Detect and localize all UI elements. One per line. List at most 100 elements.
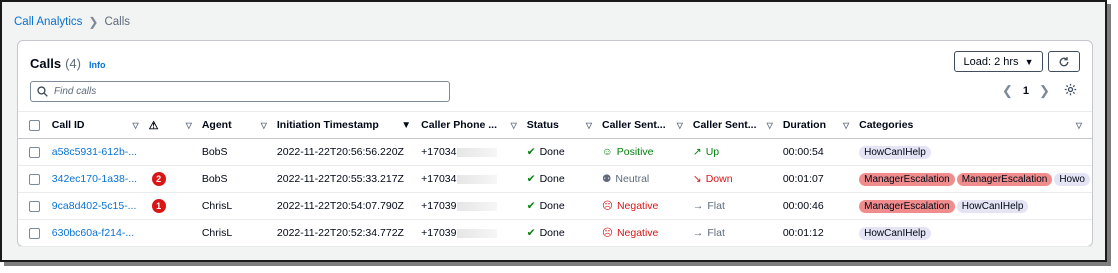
alert-cell [148,219,202,247]
pagination: ❮ 1 ❯ [1002,83,1050,99]
sort-icon: ▽ [260,120,267,130]
current-page[interactable]: 1 [1023,85,1029,97]
gear-icon [1064,83,1077,96]
table-row[interactable]: 630bc60a-f214-... ChrisL 2022-11-22T20:5… [18,219,1092,247]
refresh-icon [1059,56,1069,66]
refresh-button[interactable] [1048,51,1080,72]
status-done: ✔︎ Done [526,227,565,239]
calls-count: (4) [65,56,81,71]
timestamp-cell: 2022-11-22T20:54:07.790Z [276,192,422,220]
row-checkbox[interactable] [29,173,40,185]
load-label: Load: 2 hrs [963,55,1019,68]
sort-icon: ▽ [842,120,850,130]
table-row[interactable]: a58c5931-612b-... BobS 2022-11-22T20:56:… [18,138,1092,166]
duration-cell: 00:00:54 [782,138,860,166]
table-settings-button[interactable] [1064,83,1077,101]
sort-icon: ▽ [132,120,139,130]
column-agent[interactable]: Agent ▽ [201,111,277,139]
phone-cell: +17034 [421,173,457,185]
column-status[interactable]: Status ▽ [526,111,602,139]
breadcrumb: Call Analytics ❯ Calls [14,15,130,29]
column-caller-phone[interactable]: Caller Phone ... ▽ [421,111,527,139]
load-dropdown-button[interactable]: Load: 2 hrs ▼ [954,51,1043,72]
frown-icon: ☹ [602,227,613,239]
row-checkbox[interactable] [29,227,40,239]
column-initiation-timestamp[interactable]: Initiation Timestamp ▼ [276,111,422,139]
category-tag: HowCanIHelp [859,145,931,159]
timestamp-cell: 2022-11-22T20:55:33.217Z [276,165,422,193]
sort-icon: ▽ [766,120,773,130]
timestamp-cell: 2022-11-22T20:56:56.220Z [276,138,422,166]
call-id-link[interactable]: 630bc60a-f214-... [52,227,134,239]
table-row[interactable]: 342ec170-1a38-... 2 BobS 2022-11-22T20:5… [18,165,1092,193]
category-tag: Howo [1054,172,1090,186]
trend-flat-icon: → [692,227,704,239]
call-id-link[interactable]: 9ca8d402-5c15-... [52,200,137,212]
redacted-phone [457,147,498,157]
calls-table: Call ID ▽ ⚠ ▽ Agent ▽ Initiation Timestamp ▼… [18,111,1092,247]
redacted-phone [457,228,498,238]
neutral-face-icon: ⚉ [602,173,612,185]
column-caller-sentiment-trend[interactable]: Caller Sent... ▽ [692,111,783,139]
sort-icon: ▽ [585,120,592,130]
caret-down-icon: ▼ [1024,56,1034,67]
check-circle-icon: ✔︎ [526,200,536,212]
breadcrumb-call-analytics[interactable]: Call Analytics [14,16,82,28]
smile-icon: ☺ [602,146,613,158]
row-checkbox[interactable] [29,146,40,158]
table-header-row: Call ID ▽ ⚠ ▽ Agent ▽ Initiation Timestamp ▼… [18,111,1092,139]
row-checkbox[interactable] [29,200,40,212]
search-input[interactable] [54,86,434,97]
sentiment-negative: ☹ Negative [602,200,659,212]
category-tag: HowCanIHelp [859,226,931,240]
column-duration[interactable]: Duration ▽ [782,111,860,139]
trend-down: ↘ Down [692,173,733,185]
breadcrumb-calls: Calls [104,16,131,28]
select-all-checkbox[interactable] [29,119,40,131]
redacted-phone [457,201,498,211]
alert-count-badge: 2 [151,172,166,186]
agent-cell: ChrisL [201,219,277,247]
search-field[interactable] [30,81,450,102]
sentiment-positive: ☺ Positive [602,146,654,158]
column-call-id[interactable]: Call ID ▽ [51,111,149,139]
sort-icon: ▽ [1075,120,1082,130]
check-circle-icon: ✔︎ [526,227,536,239]
agent-cell: BobS [201,138,277,166]
column-alerts[interactable]: ⚠ ▽ [148,111,202,139]
trend-flat: → Flat [692,200,725,212]
previous-page-icon[interactable]: ❮ [1002,83,1013,99]
alert-cell [148,138,202,166]
warning-icon: ⚠ [148,119,159,132]
check-circle-icon: ✔︎ [526,146,536,158]
alert-count-badge: 1 [151,199,166,213]
category-tag: ManagerEscalation [956,172,1053,186]
status-done: ✔︎ Done [526,173,565,185]
trend-up: ↗ Up [692,146,720,158]
app-window: Call Analytics ❯ Calls Calls (4) Info Lo… [0,0,1107,262]
call-id-link[interactable]: 342ec170-1a38-... [52,173,137,185]
status-done: ✔︎ Done [526,200,565,212]
column-categories[interactable]: Categories ▽ [859,111,1092,139]
status-done: ✔︎ Done [526,146,565,158]
trend-down-icon: ↘ [692,173,702,185]
info-link[interactable]: Info [89,60,106,70]
phone-cell: +17039 [421,200,457,212]
category-tag: ManagerEscalation [859,172,955,186]
phone-cell: +17039 [421,227,457,239]
category-tag: ManagerEscalation [859,199,955,213]
table-row[interactable]: 9ca8d402-5c15-... 1 ChrisL 2022-11-22T20… [18,192,1092,220]
breadcrumb-separator-icon: ❯ [88,15,99,29]
calls-panel: Calls (4) Info Load: 2 hrs ▼ ❮ 1 ❯ [17,40,1093,247]
check-circle-icon: ✔︎ [526,173,536,185]
next-page-icon[interactable]: ❯ [1039,83,1050,99]
sort-icon: ▽ [676,120,683,130]
title-text: Calls [30,56,62,71]
frown-icon: ☹ [602,200,613,212]
phone-cell: +17034 [421,146,457,158]
column-caller-sentiment[interactable]: Caller Sent... ▽ [602,111,693,139]
page-title: Calls (4) Info [30,56,105,71]
call-id-link[interactable]: a58c5931-612b-... [52,146,137,158]
sentiment-neutral: ⚉ Neutral [602,173,650,185]
duration-cell: 00:01:07 [782,165,860,193]
